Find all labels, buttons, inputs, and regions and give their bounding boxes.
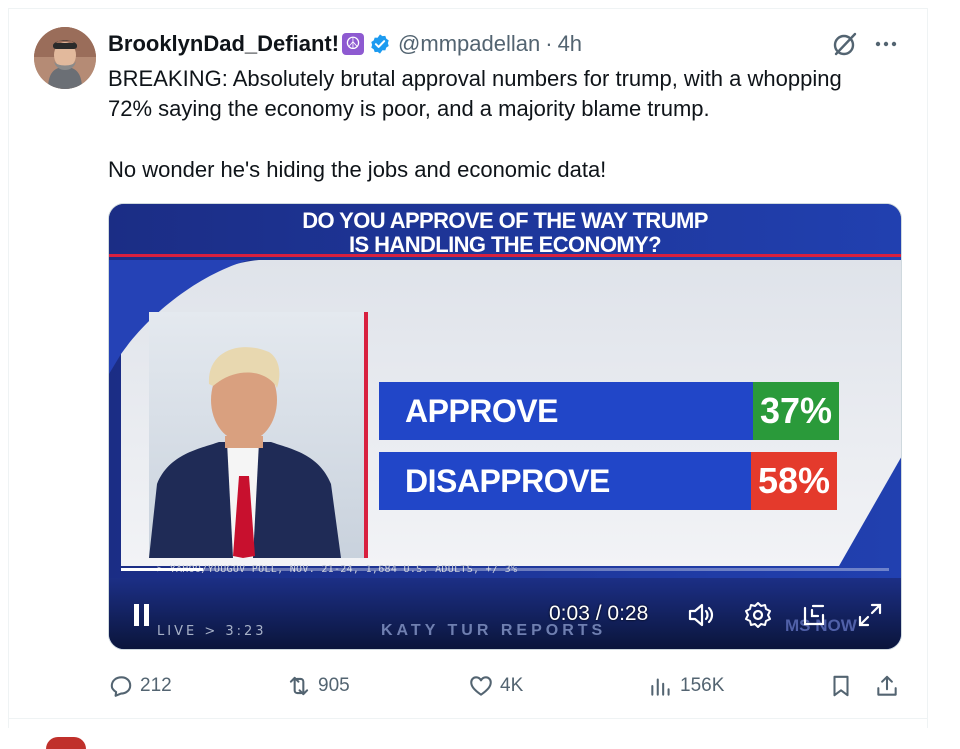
views-icon [651,678,670,696]
display-name[interactable]: BrooklynDad_Defiant! [108,31,339,57]
next-post-avatar[interactable] [46,737,86,749]
separator: · [545,31,553,56]
disapprove-label: DISAPPROVE [405,462,610,499]
post-text-line: BREAKING: Absolutely brutal approval num… [108,66,842,91]
duration-time: 0:28 [607,602,649,625]
minimize-icon[interactable] [799,600,829,630]
verified-badge-icon[interactable] [369,33,391,55]
reply-count: 212 [140,675,172,696]
like-count: 4K [500,675,524,696]
video-time: 0:03 / 0:28 [549,602,648,626]
grok-icon[interactable] [831,30,859,58]
action-bar: 212 905 4K 156K [108,668,908,704]
post-text: BREAKING: Absolutely brutal approval num… [108,64,908,185]
post-text-line: No wonder he's hiding the jobs and econo… [108,157,607,182]
approve-label: APPROVE [405,392,558,429]
share-icon [877,675,897,696]
settings-icon[interactable] [743,600,773,630]
repost-count: 905 [318,675,350,696]
poll-headline-line: DO YOU APPROVE OF THE WAY TRUMP [302,208,708,233]
avatar[interactable] [34,27,96,89]
repost-icon [289,676,309,696]
reply-button[interactable]: 212 [108,668,172,704]
approve-bar: APPROVE 37% [379,382,839,440]
bookmark-icon [833,675,849,697]
like-icon [470,676,492,696]
disapprove-percent: 58% [751,452,837,510]
share-button[interactable] [874,668,906,704]
more-icon[interactable] [872,32,900,56]
like-button[interactable]: 4K [468,668,523,704]
fullscreen-icon[interactable] [855,600,885,630]
handle[interactable]: @mmpadellan [398,31,540,57]
reply-icon [110,676,132,697]
views-button[interactable]: 156K [648,668,724,704]
poll-headline: DO YOU APPROVE OF THE WAY TRUMP IS HANDL… [109,204,901,260]
pause-icon[interactable] [131,602,153,628]
elapsed-time: 0:03 [549,602,590,625]
poll-headline-line: IS HANDLING THE ECONOMY? [349,232,662,257]
view-count: 156K [680,675,725,696]
bookmark-button[interactable] [828,668,860,704]
disapprove-bar: DISAPPROVE 58% [379,452,837,510]
post-text-line: 72% saying the economy is poor, and a ma… [108,96,710,121]
peace-emoji: ☮ [342,33,365,55]
video-progress-bar[interactable] [121,568,889,571]
timestamp[interactable]: 4h [558,31,582,57]
live-indicator: LIVE > 3:23 [157,624,267,639]
video-progress-fill [121,568,204,571]
volume-icon[interactable] [686,600,716,630]
time-separator: / [595,602,608,625]
post-divider [8,718,928,719]
repost-button[interactable]: 905 [286,668,350,704]
video-player[interactable]: DO YOU APPROVE OF THE WAY TRUMP IS HANDL… [108,203,902,650]
approve-percent: 37% [753,382,839,440]
